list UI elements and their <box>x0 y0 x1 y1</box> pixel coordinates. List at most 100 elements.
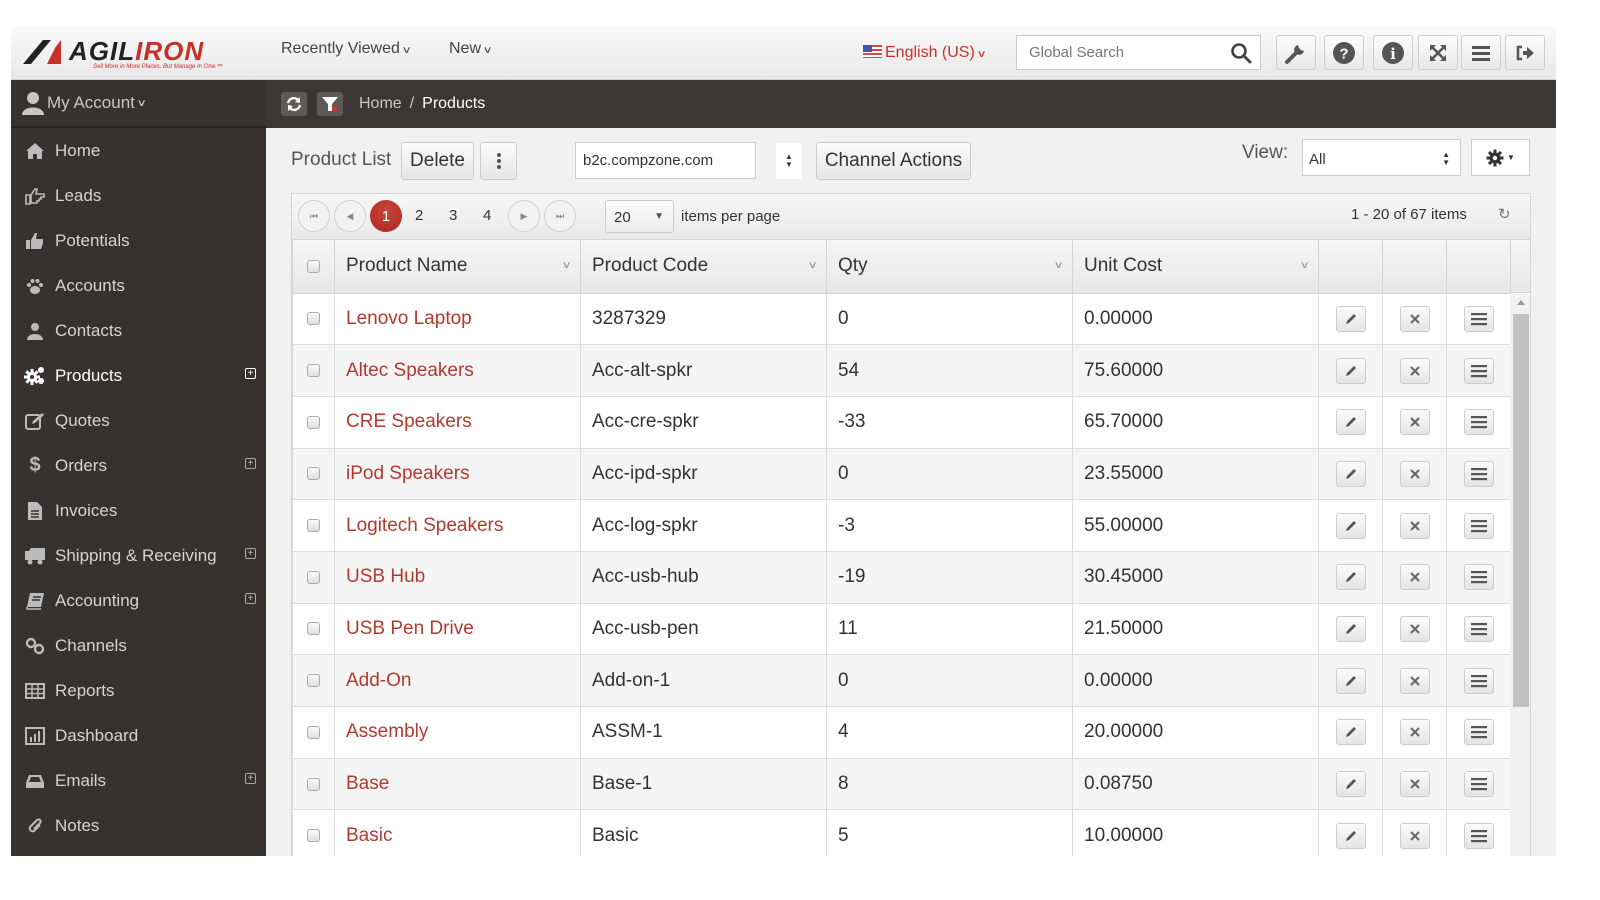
expand-plus-icon[interactable]: + <box>245 548 256 559</box>
delete-row-button[interactable] <box>1399 719 1430 746</box>
channel-actions-button[interactable]: Channel Actions <box>816 142 971 180</box>
column-header-product-code[interactable]: Product Code ∨ <box>580 240 827 294</box>
last-page-button[interactable]: ⏭ <box>544 200 576 232</box>
product-name-link[interactable]: USB Hub <box>346 566 425 587</box>
expand-plus-icon[interactable]: + <box>245 458 256 469</box>
sidebar-item-potentials[interactable]: Potentials <box>11 218 266 263</box>
product-name-link[interactable]: Add-On <box>346 670 411 691</box>
first-page-button[interactable]: ⏮ <box>298 200 330 232</box>
edit-button[interactable] <box>1335 460 1366 487</box>
row-menu-button[interactable] <box>1463 822 1494 849</box>
delete-row-button[interactable] <box>1399 564 1430 591</box>
row-checkbox[interactable] <box>307 364 320 378</box>
product-name-link[interactable]: Base <box>346 773 389 794</box>
expand-plus-icon[interactable]: + <box>245 593 256 604</box>
edit-button[interactable] <box>1335 667 1366 694</box>
product-name-link[interactable]: Assembly <box>346 721 428 742</box>
clear-filter-button[interactable] <box>317 92 343 116</box>
sidebar-item-products[interactable]: Products + <box>11 353 266 398</box>
channel-select-arrows[interactable]: ▲ ▼ <box>776 143 802 179</box>
page-2-button[interactable]: 2 <box>415 207 423 224</box>
delete-row-button[interactable] <box>1399 512 1430 539</box>
search-icon[interactable] <box>1230 42 1252 64</box>
more-actions-button[interactable] <box>480 142 517 180</box>
chevron-down-icon[interactable]: ∨ <box>1299 260 1309 271</box>
select-all-checkbox[interactable] <box>307 259 320 273</box>
page-3-button[interactable]: 3 <box>449 207 457 224</box>
row-menu-button[interactable] <box>1463 305 1494 332</box>
row-checkbox[interactable] <box>307 622 320 636</box>
logout-button[interactable] <box>1505 35 1545 70</box>
edit-button[interactable] <box>1335 409 1366 436</box>
sidebar-item-leads[interactable]: Leads <box>11 173 266 218</box>
scroll-up-arrow[interactable] <box>1517 300 1525 305</box>
my-account-menu[interactable]: My Account ∨ <box>11 80 266 128</box>
expand-plus-icon[interactable]: + <box>245 368 256 379</box>
chevron-down-icon[interactable]: ∨ <box>807 260 817 271</box>
delete-row-button[interactable] <box>1399 305 1430 332</box>
product-name-link[interactable]: USB Pen Drive <box>346 618 474 639</box>
next-page-button[interactable]: ▶ <box>508 200 540 232</box>
column-header-product-name[interactable]: Product Name ∨ <box>334 240 581 294</box>
delete-row-button[interactable] <box>1399 822 1430 849</box>
row-menu-button[interactable] <box>1463 771 1494 798</box>
delete-row-button[interactable] <box>1399 460 1430 487</box>
table-scrollbar[interactable] <box>1510 294 1530 856</box>
view-select[interactable]: All ▲ ▼ <box>1302 139 1461 176</box>
row-menu-button[interactable] <box>1463 667 1494 694</box>
sidebar-item-reports[interactable]: Reports <box>11 668 266 713</box>
edit-button[interactable] <box>1335 615 1366 642</box>
items-per-page-select[interactable]: 20 ▼ <box>605 200 674 233</box>
channel-select-input[interactable] <box>575 142 756 179</box>
sidebar-item-shipping-receiving[interactable]: Shipping & Receiving + <box>11 533 266 578</box>
sidebar-item-dashboard[interactable]: Dashboard <box>11 713 266 758</box>
sidebar-item-emails[interactable]: Emails + <box>11 758 266 803</box>
row-menu-button[interactable] <box>1463 564 1494 591</box>
column-header-qty[interactable]: Qty ∨ <box>826 240 1073 294</box>
agiliron-logo[interactable]: AGILIRON Sell More in More Places. But M… <box>23 36 223 70</box>
delete-row-button[interactable] <box>1399 615 1430 642</box>
sidebar-item-quotes[interactable]: Quotes <box>11 398 266 443</box>
row-checkbox[interactable] <box>307 519 320 533</box>
refresh-grid-button[interactable]: ↻ <box>1498 205 1511 223</box>
column-header-unit-cost[interactable]: Unit Cost ∨ <box>1072 240 1319 294</box>
row-menu-button[interactable] <box>1463 615 1494 642</box>
delete-row-button[interactable] <box>1399 357 1430 384</box>
delete-row-button[interactable] <box>1399 409 1430 436</box>
sidebar-item-accounts[interactable]: Accounts <box>11 263 266 308</box>
delete-button[interactable]: Delete <box>401 142 474 180</box>
global-search-input[interactable] <box>1017 36 1217 69</box>
help-button[interactable]: ? <box>1324 35 1364 70</box>
sidebar-item-contacts[interactable]: Contacts <box>11 308 266 353</box>
edit-button[interactable] <box>1335 512 1366 539</box>
sidebar-item-notes[interactable]: Notes <box>11 803 266 848</box>
row-menu-button[interactable] <box>1463 460 1494 487</box>
sidebar-item-home[interactable]: Home <box>11 128 266 173</box>
tools-button[interactable] <box>1276 35 1316 70</box>
page-1-button[interactable]: 1 <box>370 200 402 232</box>
delete-row-button[interactable] <box>1399 771 1430 798</box>
row-checkbox[interactable] <box>307 674 320 688</box>
breadcrumb-home[interactable]: Home <box>359 95 402 112</box>
delete-row-button[interactable] <box>1399 667 1430 694</box>
product-name-link[interactable]: CRE Speakers <box>346 411 472 432</box>
settings-dropdown-button[interactable]: ▼ <box>1471 139 1530 176</box>
row-checkbox[interactable] <box>307 467 320 481</box>
row-menu-button[interactable] <box>1463 409 1494 436</box>
prev-page-button[interactable]: ◀ <box>334 200 366 232</box>
product-name-link[interactable]: Basic <box>346 825 392 846</box>
edit-button[interactable] <box>1335 564 1366 591</box>
sidebar-item-invoices[interactable]: Invoices <box>11 488 266 533</box>
sidebar-item-accounting[interactable]: Accounting + <box>11 578 266 623</box>
row-menu-button[interactable] <box>1463 719 1494 746</box>
main-menu-button[interactable] <box>1461 35 1501 70</box>
new-menu[interactable]: New ∨ <box>449 40 493 58</box>
expand-plus-icon[interactable]: + <box>245 773 256 784</box>
refresh-page-button[interactable] <box>281 92 307 116</box>
product-name-link[interactable]: iPod Speakers <box>346 463 470 484</box>
row-menu-button[interactable] <box>1463 512 1494 539</box>
row-checkbox[interactable] <box>307 829 320 843</box>
chevron-down-icon[interactable]: ∨ <box>561 260 571 271</box>
fullscreen-button[interactable] <box>1418 35 1458 70</box>
row-checkbox[interactable] <box>307 725 320 739</box>
